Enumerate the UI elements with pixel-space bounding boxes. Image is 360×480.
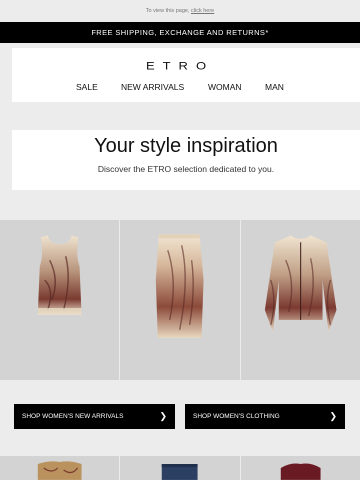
- shipping-banner-text: FREE SHIPPING, EXCHANGE AND RETURNS*: [91, 28, 269, 37]
- view-in-browser-link[interactable]: click here: [191, 8, 214, 14]
- paisley-cardigan-icon: [264, 235, 337, 332]
- shop-womens-clothing-label: SHOP WOMEN'S CLOTHING: [193, 413, 280, 420]
- nav-item-woman[interactable]: WOMAN: [208, 82, 242, 92]
- hero-subtitle: Discover the ETRO selection dedicated to…: [97, 164, 275, 174]
- header: ETRO SALE NEW ARRIVALS WOMAN MAN: [12, 48, 360, 102]
- paisley-sleeveless-top-icon: [37, 235, 82, 315]
- preheader: To view this page, click here: [0, 0, 360, 22]
- nav-item-sale[interactable]: SALE: [76, 82, 98, 92]
- preheader-text: To view this page,: [145, 8, 191, 14]
- nav-item-man[interactable]: MAN: [265, 82, 284, 92]
- hero-banner: Your style inspiration Discover the ETRO…: [12, 130, 360, 190]
- shop-womens-clothing-button[interactable]: SHOP WOMEN'S CLOTHING ❯: [185, 404, 345, 429]
- product-card[interactable]: [0, 456, 120, 480]
- nav-item-new-arrivals[interactable]: NEW ARRIVALS: [121, 82, 184, 92]
- product-grid: [0, 220, 360, 380]
- chevron-right-icon: ❯: [329, 411, 337, 421]
- paisley-pencil-skirt-icon: [156, 234, 204, 338]
- product-card-top[interactable]: [0, 220, 120, 380]
- shop-womens-new-arrivals-label: SHOP WOMEN'S NEW ARRIVALS: [22, 413, 124, 420]
- product-thumbnail-icon: [280, 463, 321, 480]
- chevron-right-icon: ❯: [159, 411, 167, 421]
- product-thumbnail-icon: [37, 461, 82, 480]
- product-card[interactable]: [240, 456, 360, 480]
- product-thumbnail-icon: [162, 464, 198, 480]
- shop-womens-new-arrivals-button[interactable]: SHOP WOMEN'S NEW ARRIVALS ❯: [14, 404, 175, 429]
- product-card[interactable]: [120, 456, 240, 480]
- product-grid-second-row: [0, 456, 360, 480]
- shipping-banner[interactable]: FREE SHIPPING, EXCHANGE AND RETURNS*: [0, 22, 360, 43]
- product-card-skirt[interactable]: [120, 220, 240, 380]
- hero-title: Your style inspiration: [94, 135, 278, 157]
- etro-logo[interactable]: ETRO: [12, 58, 348, 73]
- product-card-cardigan[interactable]: [240, 220, 360, 380]
